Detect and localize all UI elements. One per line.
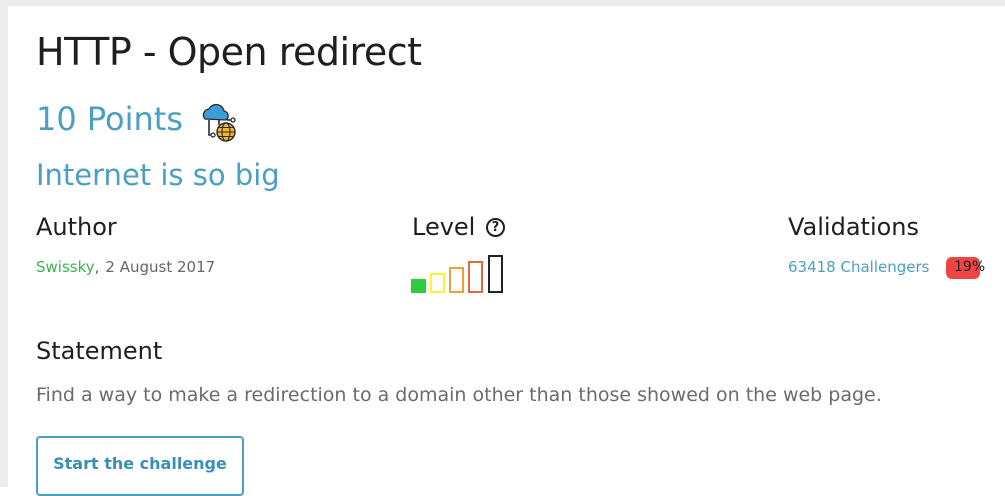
level-bar-1: [411, 279, 426, 293]
level-heading: Level: [412, 213, 476, 241]
level-bar-3: [449, 267, 464, 293]
author-link[interactable]: Swissky: [36, 258, 95, 276]
validation-percentage-badge: 19%: [946, 257, 985, 279]
validations-heading: Validations: [788, 213, 920, 241]
left-border: [0, 0, 8, 487]
help-icon[interactable]: ?: [486, 218, 505, 237]
level-bar-4: [468, 261, 483, 293]
author-date: 2 August 2017: [105, 258, 216, 276]
cloud-network-globe-icon: [202, 103, 236, 142]
top-border: [0, 0, 1005, 6]
challengers-link[interactable]: 63418 Challengers: [788, 257, 929, 277]
level-bar-2: [430, 273, 445, 293]
start-challenge-button[interactable]: Start the challenge: [36, 436, 244, 496]
challenge-points: 10 Points: [36, 100, 184, 138]
challenge-subtitle: Internet is so big: [36, 158, 280, 192]
level-bar-5: [488, 255, 503, 293]
page-title: HTTP - Open redirect: [36, 30, 422, 74]
author-heading: Author: [36, 213, 117, 241]
statement-heading: Statement: [36, 337, 163, 365]
level-indicator: [411, 255, 511, 293]
author-separator: ,: [94, 258, 100, 276]
statement-text: Find a way to make a redirection to a do…: [36, 384, 882, 406]
author-info: Swissky, 2 August 2017: [36, 257, 215, 277]
